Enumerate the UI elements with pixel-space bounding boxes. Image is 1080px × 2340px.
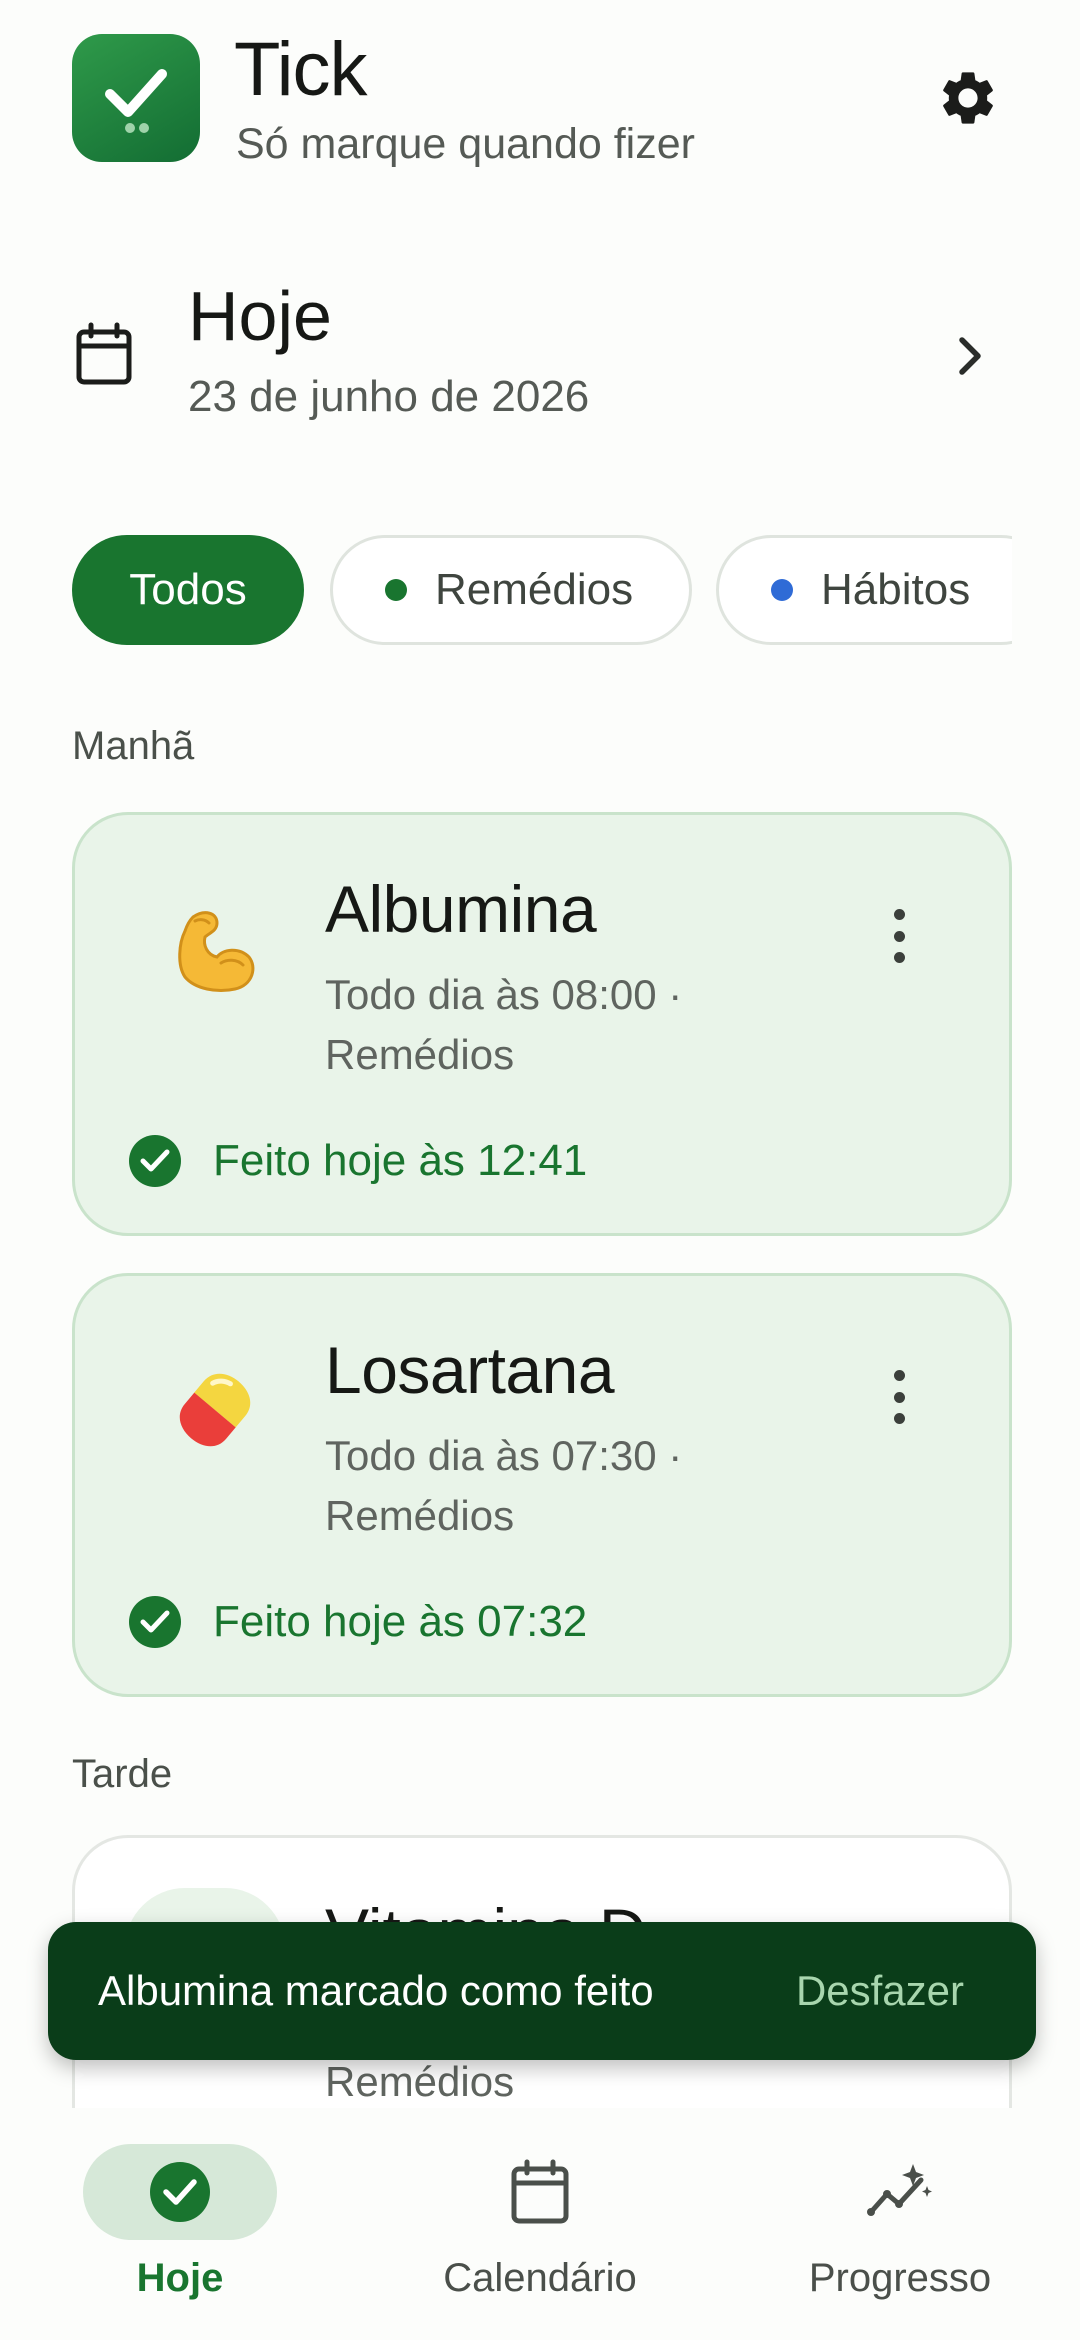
check-circle-icon — [129, 1596, 181, 1648]
task-card[interactable]: Losartana Todo dia às 07:30 · Remédios F… — [72, 1273, 1012, 1697]
snackbar: Albumina marcado como feito Desfazer — [48, 1922, 1036, 2060]
nav-item-calendario[interactable]: Calendário — [390, 2144, 690, 2324]
nav-item-progresso[interactable]: Progresso — [750, 2144, 1050, 2324]
blue-dot-icon — [771, 579, 793, 601]
filter-chips: Todos Remédios Hábitos — [72, 535, 1012, 647]
date-subtitle: 23 de junho de 2026 — [188, 372, 590, 421]
app-logo — [72, 34, 200, 162]
task-done-text: Feito hoje às 12:41 — [213, 1136, 588, 1185]
check-circle-icon — [150, 2162, 210, 2222]
task-category: Remédios — [325, 2058, 515, 2105]
check-logo-icon — [105, 69, 167, 133]
calendar-icon — [76, 322, 132, 385]
task-name: Losartana — [325, 1333, 615, 1407]
date-selector[interactable]: Hoje 23 de junho de 2026 — [72, 270, 1008, 430]
date-title: Hoje — [188, 277, 332, 355]
settings-button[interactable] — [928, 58, 1008, 138]
task-schedule: Todo dia às 08:00 · — [325, 971, 683, 1018]
nav-label: Progresso — [808, 2256, 992, 2300]
progress-sparkle-icon — [867, 2164, 932, 2216]
task-done-status: Feito hoje às 07:32 — [127, 1594, 587, 1650]
task-done-text: Feito hoje às 07:32 — [213, 1597, 588, 1646]
section-label-afternoon: Tarde — [72, 1752, 173, 1796]
filter-chip-label: Todos — [129, 565, 247, 614]
more-options-button[interactable] — [879, 901, 919, 971]
snackbar-message: Albumina marcado como feito — [98, 1967, 654, 2014]
app-title: Tick — [234, 27, 367, 112]
task-card[interactable]: Albumina Todo dia às 08:00 · Remédios Fe… — [72, 812, 1012, 1236]
task-name: Albumina — [325, 872, 597, 946]
more-vert-icon — [893, 909, 905, 920]
filter-chip-label: Hábitos — [821, 565, 971, 614]
gear-icon — [943, 72, 993, 124]
task-meta: Todo dia às 08:00 · Remédios — [325, 965, 785, 1085]
nav-item-hoje[interactable]: Hoje — [30, 2144, 330, 2324]
next-day-button[interactable] — [940, 326, 1000, 386]
task-schedule: Todo dia às 07:30 · — [325, 1432, 683, 1479]
task-category: Remédios — [325, 1492, 515, 1539]
flexed-biceps-icon — [155, 889, 275, 1009]
calendar-icon — [511, 2159, 569, 2224]
nav-active-indicator — [83, 2144, 277, 2240]
more-options-button[interactable] — [879, 1362, 919, 1432]
chevron-right-icon — [959, 337, 981, 375]
task-meta: Todo dia às 07:30 · Remédios — [325, 1426, 785, 1546]
filter-chip-todos[interactable]: Todos — [72, 535, 304, 645]
check-circle-icon — [129, 1135, 181, 1187]
app-subtitle: Só marque quando fizer — [236, 120, 695, 168]
app-header: Tick Só marque quando fizer — [72, 27, 1008, 172]
pill-icon — [155, 1350, 275, 1470]
filter-chip-habitos[interactable]: Hábitos — [716, 535, 1012, 645]
nav-icon-wrap — [803, 2144, 997, 2240]
more-vert-icon — [893, 1370, 905, 1381]
nav-icon-wrap — [443, 2144, 637, 2240]
filter-chip-label: Remédios — [435, 565, 634, 614]
nav-label: Calendário — [443, 2256, 637, 2300]
section-label-morning: Manhã — [72, 724, 195, 768]
task-category: Remédios — [325, 1031, 515, 1078]
undo-button[interactable]: Desfazer — [796, 1967, 964, 2015]
filter-chip-remedios[interactable]: Remédios — [330, 535, 692, 645]
green-dot-icon — [385, 579, 407, 601]
bottom-navigation: Hoje Calendário Progresso — [0, 2108, 1080, 2340]
nav-label: Hoje — [136, 2256, 224, 2300]
task-done-status: Feito hoje às 12:41 — [127, 1133, 587, 1189]
